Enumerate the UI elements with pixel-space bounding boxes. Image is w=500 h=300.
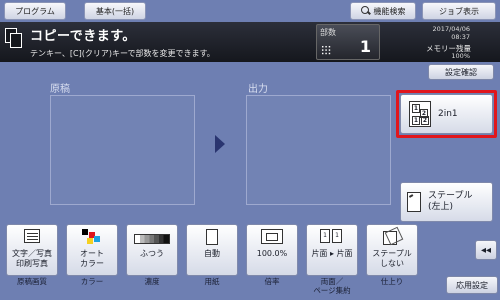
density-button[interactable]: ふつう [126,224,178,276]
staple-label: ステープル (左上) [428,191,473,212]
output-preview [246,95,391,205]
staple-icon [381,226,404,247]
color-button[interactable]: オート カラー [66,224,118,276]
arrow-right-icon [215,135,225,153]
status-message: テンキー、[C](クリア)キーで部数を変更できます。 [30,49,215,58]
program-tab[interactable]: プログラム [4,2,66,20]
duplex-combine-button[interactable]: 1 1 片面 ▸ 片面 [306,224,358,276]
finishing-caption: 仕上り [380,277,404,286]
status-bar: コピーできます。 テンキー、[C](クリア)キーで部数を変更できます。 部数 1… [0,22,500,62]
search-icon [360,6,371,16]
2in1-icon: 1 2 1 2 [409,101,431,127]
paper-button[interactable]: 自動 [186,224,238,276]
status-title: コピーできます。 [30,29,136,44]
original-quality-caption: 原稿画質 [17,277,47,286]
job-display-button[interactable]: ジョブ表示 [422,2,496,20]
density-icon [134,234,170,244]
function-search-label: 機能検索 [373,6,406,16]
memory-value: 100% [451,52,470,60]
2in1-button[interactable]: 1 2 1 2 2in1 [400,94,493,134]
basic-tab[interactable]: 基本(一括) [84,2,146,20]
collapse-button[interactable]: ◂◂ [475,240,497,260]
copy-icon [5,28,23,50]
staple-icon [407,192,421,212]
color-caption: カラー [80,277,104,286]
copies-counter[interactable]: 部数 1 [316,24,380,60]
density-caption: 濃度 [144,277,160,286]
original-label: 原稿 [50,84,70,95]
copies-value: 1 [359,37,371,56]
original-quality-button[interactable]: 文字／写真 印刷写真 [6,224,58,276]
original-preview [50,95,195,205]
staple-top-left-button[interactable]: ステープル (左上) [400,182,493,222]
auto-color-icon [82,229,102,245]
zoom-icon [261,229,283,244]
zoom-caption: 倍率 [264,277,280,286]
paper-icon [206,229,218,245]
apply-settings-button[interactable]: 応用設定 [446,276,498,294]
output-label: 出力 [248,84,268,95]
2in1-label: 2in1 [438,108,458,119]
document-icon [24,229,40,243]
top-bar: プログラム 基本(一括) 機能検索 ジョブ表示 [0,0,500,22]
duplex-icon: 1 1 [320,229,344,245]
date: 2017/04/06 [432,25,470,33]
finishing-button[interactable]: ステープル しない [366,224,418,276]
time: 08:37 [451,33,470,41]
setting-confirm-button[interactable]: 設定確認 [428,64,494,80]
paper-caption: 用紙 [204,277,220,286]
zoom-button[interactable]: 100.0% [246,224,298,276]
keypad-icon [321,45,331,55]
copies-label: 部数 [320,28,336,37]
duplex-combine-caption: 両面／ ページ集約 [313,277,351,295]
function-search-button[interactable]: 機能検索 [350,2,416,20]
